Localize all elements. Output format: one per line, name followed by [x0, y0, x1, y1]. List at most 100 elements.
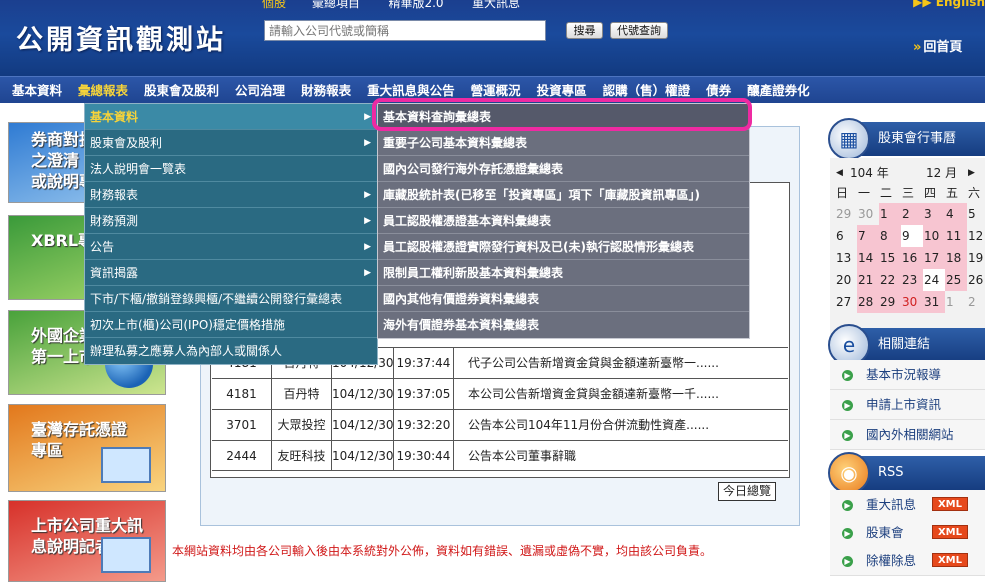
submenu-other-securities[interactable]: 國內其他有價證券資料彙總表: [378, 286, 749, 312]
menu-item-label: 財務預測: [90, 214, 139, 228]
calendar-day[interactable]: 1: [879, 203, 901, 225]
xml-badge[interactable]: XML: [932, 497, 968, 511]
rss-shareholders-meeting[interactable]: ▶ 股東會 XML: [830, 518, 985, 548]
tab-material-info[interactable]: 重大訊息: [456, 0, 536, 10]
today-overview-button[interactable]: 今日總覽: [718, 482, 776, 501]
tab-summary-items[interactable]: 彙總項目: [296, 0, 376, 10]
menu-item-label: 初次上市(櫃)公司(IPO)穩定價格措施: [90, 318, 285, 332]
arrow-bullet-icon: ▶: [842, 556, 853, 567]
nav-shareholders-dividends[interactable]: 股東會及股利: [136, 77, 227, 104]
calendar-day[interactable]: 8: [879, 225, 901, 247]
nav-corporate-governance[interactable]: 公司治理: [227, 77, 293, 104]
menu-item-shareholders-dividends[interactable]: 股東會及股利 ▶: [85, 130, 377, 156]
tab-individual-stock[interactable]: 個股: [262, 0, 296, 10]
link-listing-application[interactable]: ▶ 申請上市資訊: [830, 390, 985, 420]
tab-premium[interactable]: 精華版2.0: [376, 0, 456, 10]
xml-badge[interactable]: XML: [932, 525, 968, 539]
link-market-report[interactable]: ▶ 基本市況報導: [830, 360, 985, 390]
menu-item-label: 股東會及股利: [90, 136, 163, 150]
home-link[interactable]: » 回首頁: [913, 36, 962, 55]
submenu-overseas-dr[interactable]: 國內公司發行海外存託憑證彙總表: [378, 156, 749, 182]
menu-item-announcements[interactable]: 公告 ▶: [85, 234, 377, 260]
calendar-day[interactable]: 14: [857, 247, 879, 269]
cell-subject[interactable]: 公告本公司董事辭職: [454, 441, 788, 470]
calendar-icon: ▦: [828, 118, 870, 160]
menu-item-label: 公告: [90, 240, 115, 254]
rss-material-info[interactable]: ▶ 重大訊息 XML: [830, 490, 985, 520]
calendar-day[interactable]: 25: [945, 269, 967, 291]
site-header: 公開資訊觀測站 個股 彙總項目 精華版2.0 重大訊息 ▶▶ English 搜…: [0, 0, 985, 76]
submenu-overseas-securities[interactable]: 海外有價證券基本資料彙總表: [378, 312, 749, 338]
calendar-day[interactable]: 7: [857, 225, 879, 247]
calendar-day[interactable]: 21: [857, 269, 879, 291]
english-link[interactable]: ▶▶ English: [913, 0, 985, 9]
calendar-day[interactable]: 29: [879, 291, 901, 313]
submenu-arrow-icon: ▶: [364, 242, 371, 252]
menu-item-basic-info[interactable]: 基本資料 ▶: [85, 104, 377, 130]
menu-item-ipo-stabilization[interactable]: 初次上市(櫃)公司(IPO)穩定價格措施: [85, 312, 377, 338]
calendar-day[interactable]: 10: [923, 225, 945, 247]
table-row[interactable]: 3701 大眾投控 104/12/30 19:32:20 公告本公司104年11…: [212, 409, 788, 440]
calendar-day[interactable]: 22: [879, 269, 901, 291]
cell-subject[interactable]: 代子公司公告新增資金貸與金額達新臺幣一......: [454, 348, 788, 378]
prev-month-icon[interactable]: ◀: [836, 164, 850, 182]
menu-item-investor-conference[interactable]: 法人說明會一覽表: [85, 156, 377, 182]
submenu-arrow-icon: ▶: [364, 216, 371, 226]
right-sidebar: ▦ 股東會行事曆 ◀ 104 年 12 月 ▶ 日 一 二 三 四 五 六 29…: [828, 118, 985, 585]
nav-basic-info[interactable]: 基本資料: [4, 77, 70, 104]
menu-item-financial-forecast[interactable]: 財務預測 ▶: [85, 208, 377, 234]
link-related-sites[interactable]: ▶ 國內外相關網站: [830, 420, 985, 450]
site-logo[interactable]: 公開資訊觀測站: [16, 18, 226, 57]
code-lookup-button[interactable]: 代號查詢: [610, 22, 668, 39]
calendar-day[interactable]: 31: [923, 291, 945, 313]
nav-securitization[interactable]: 釀產證券化: [739, 77, 818, 104]
calendar-day[interactable]: 18: [945, 247, 967, 269]
calendar-day[interactable]: 16: [901, 247, 923, 269]
calendar-day[interactable]: 2: [901, 203, 923, 225]
next-month-icon[interactable]: ▶: [968, 164, 980, 182]
rss-ex-dividend[interactable]: ▶ 除權除息 XML: [830, 546, 985, 576]
calendar-day: 24: [923, 269, 945, 291]
menu-item-label: 基本資料: [90, 110, 139, 124]
calendar-day[interactable]: 4: [945, 203, 967, 225]
link-label: 國內外相關網站: [866, 427, 954, 442]
table-row[interactable]: 2444 友旺科技 104/12/30 19:30:44 公告本公司董事辭職: [212, 440, 788, 471]
rss-header: ◉ RSS: [828, 452, 985, 494]
calendar-day[interactable]: 28: [857, 291, 879, 313]
calendar-day[interactable]: 11: [945, 225, 967, 247]
menu-item-private-placement[interactable]: 辦理私募之應募人為內部人或關係人: [85, 338, 377, 364]
calendar-day[interactable]: 23: [901, 269, 923, 291]
banner-press-conference[interactable]: 上市公司重大訊 息說明記者會: [8, 500, 166, 582]
submenu-arrow-icon: ▶: [364, 138, 371, 148]
nav-financial-reports[interactable]: 財務報表: [293, 77, 359, 104]
menu-item-label: 財務報表: [90, 188, 139, 202]
banner-tdr[interactable]: 臺灣存託憑證 專區: [8, 404, 166, 492]
menu-item-delisting-summary[interactable]: 下市/下櫃/撤銷登錄興櫃/不繼續公開發行彙總表: [85, 286, 377, 312]
cell-date: 104/12/30: [332, 410, 394, 440]
submenu-restricted-stock[interactable]: 限制員工權利新股基本資料彙總表: [378, 260, 749, 286]
xml-badge[interactable]: XML: [932, 553, 968, 567]
search-input[interactable]: [264, 20, 546, 41]
calendar-title: 股東會行事曆: [878, 131, 957, 146]
submenu-subsidiary-info[interactable]: 重要子公司基本資料彙總表: [378, 130, 749, 156]
submenu-treasury-stock[interactable]: 庫藏股統計表(已移至「投資專區」項下「庫藏股資訊專區」): [378, 182, 749, 208]
weekday-label: 六: [968, 186, 981, 200]
calendar-day[interactable]: 30: [901, 291, 923, 313]
calendar-day[interactable]: 15: [879, 247, 901, 269]
home-link-label: 回首頁: [923, 40, 963, 55]
nav-summary-reports[interactable]: 彙總報表: [70, 77, 136, 104]
menu-item-label: 下市/下櫃/撤銷登錄興櫃/不繼續公開發行彙總表: [90, 292, 343, 306]
submenu-employee-warrant-issued[interactable]: 員工認股權憑證實際發行資料及已(未)執行認股情形彙總表: [378, 234, 749, 260]
cell-subject[interactable]: 本公司公告新增資金貸與金額達新臺幣一千......: [454, 379, 788, 409]
menu-item-financial-reports[interactable]: 財務報表 ▶: [85, 182, 377, 208]
calendar-day[interactable]: 17: [923, 247, 945, 269]
cell-name: 大眾投控: [272, 410, 332, 440]
link-label: 基本市況報導: [866, 367, 942, 382]
cell-time: 19:32:20: [394, 410, 454, 440]
search-button[interactable]: 搜尋: [566, 22, 603, 39]
table-row[interactable]: 4181 百丹特 104/12/30 19:37:05 本公司公告新增資金貸與金…: [212, 378, 788, 409]
menu-item-disclosure[interactable]: 資訊揭露 ▶: [85, 260, 377, 286]
submenu-employee-warrant-basic[interactable]: 員工認股權憑證基本資料彙總表: [378, 208, 749, 234]
calendar-day[interactable]: 3: [923, 203, 945, 225]
cell-subject[interactable]: 公告本公司104年11月份合併流動性資產......: [454, 410, 788, 440]
